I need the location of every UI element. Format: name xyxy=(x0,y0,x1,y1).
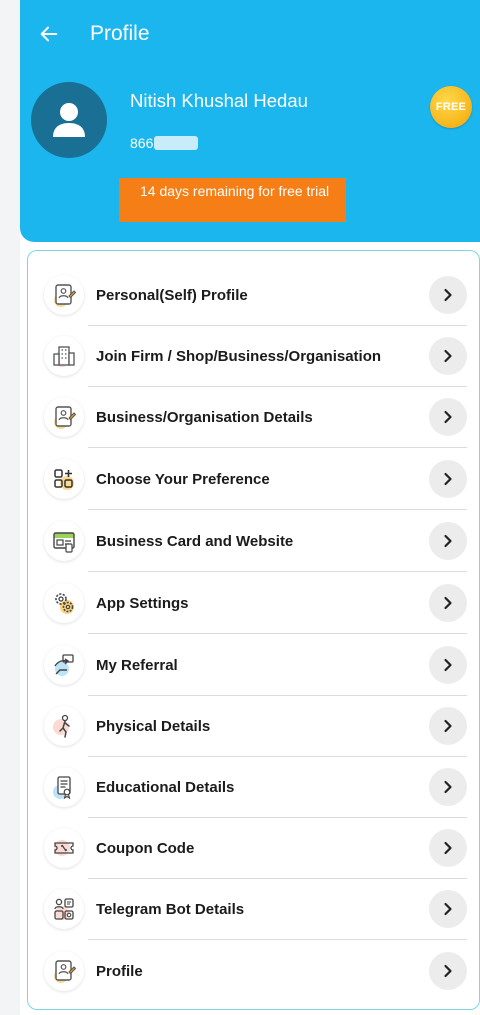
menu-item-label: Personal(Self) Profile xyxy=(96,286,248,304)
chevron-right-icon xyxy=(444,472,452,486)
profile-menu: Personal(Self) Profile Join Firm / Shop/… xyxy=(27,250,480,1010)
coupon-icon xyxy=(44,828,84,868)
chevron-button[interactable] xyxy=(429,890,467,928)
chevron-right-icon xyxy=(444,658,452,672)
phone-number: 866 xyxy=(130,134,199,152)
menu-item-coupon-code[interactable]: Coupon Code xyxy=(28,817,480,879)
menu-item-label: Business/Organisation Details xyxy=(96,408,313,426)
education-doc-icon xyxy=(44,767,84,807)
chevron-button[interactable] xyxy=(429,829,467,867)
menu-item-my-referral[interactable]: My Referral xyxy=(28,634,480,696)
chevron-right-icon xyxy=(444,288,452,302)
chevron-right-icon xyxy=(444,596,452,610)
menu-item-label: Telegram Bot Details xyxy=(96,900,245,918)
chevron-button[interactable] xyxy=(429,707,467,745)
back-button[interactable] xyxy=(20,0,78,68)
user-icon xyxy=(53,103,85,137)
menu-item-label: Physical Details xyxy=(96,717,211,735)
menu-item-educational-details[interactable]: Educational Details xyxy=(28,756,480,818)
chevron-right-icon xyxy=(444,964,452,978)
free-badge-label: FREE xyxy=(435,101,467,113)
profile-card-icon xyxy=(44,397,84,437)
trial-banner: 14 days remaining for free trial xyxy=(119,178,346,222)
chevron-button[interactable] xyxy=(429,398,467,436)
app-bar: Profile xyxy=(20,0,480,68)
chevron-right-icon xyxy=(444,841,452,855)
menu-item-label: Business Card and Website xyxy=(96,532,294,550)
chevron-button[interactable] xyxy=(429,646,467,684)
menu-item-app-settings[interactable]: App Settings xyxy=(28,572,480,634)
page-title: Profile xyxy=(90,22,150,45)
person-icon xyxy=(44,706,84,746)
menu-item-business-card-website[interactable]: Business Card and Website xyxy=(28,510,480,572)
chevron-button[interactable] xyxy=(429,460,467,498)
profile-header: Nitish Khushal Hedau 866 14 days remaini… xyxy=(20,68,480,242)
user-name: Nitish Khushal Hedau xyxy=(130,90,308,111)
chevron-right-icon xyxy=(444,902,452,916)
chevron-right-icon xyxy=(444,780,452,794)
menu-item-label: App Settings xyxy=(96,594,189,612)
chevron-button[interactable] xyxy=(429,584,467,622)
phone-text: 866 xyxy=(130,135,154,151)
chevron-button[interactable] xyxy=(429,522,467,560)
avatar[interactable] xyxy=(31,82,107,158)
menu-item-business-details[interactable]: Business/Organisation Details xyxy=(28,386,480,448)
menu-item-personal-profile[interactable]: Personal(Self) Profile xyxy=(28,264,480,326)
free-badge[interactable]: FREE xyxy=(430,86,472,128)
chevron-button[interactable] xyxy=(429,952,467,990)
menu-item-label: Profile xyxy=(96,962,143,980)
chevron-right-icon xyxy=(444,719,452,733)
menu-item-join-firm[interactable]: Join Firm / Shop/Business/Organisation xyxy=(28,325,480,387)
menu-item-label: Join Firm / Shop/Business/Organisation xyxy=(96,347,382,365)
chevron-button[interactable] xyxy=(429,337,467,375)
menu-item-profile[interactable]: Profile xyxy=(28,940,480,1002)
menu-item-label: My Referral xyxy=(96,656,178,674)
chevron-right-icon xyxy=(444,534,452,548)
chevron-right-icon xyxy=(444,349,452,363)
profile-card-icon xyxy=(44,275,84,315)
phone-redaction xyxy=(154,136,199,150)
referral-icon xyxy=(44,645,84,685)
building-icon xyxy=(44,336,84,376)
profile-card-icon xyxy=(44,951,84,991)
menu-item-label: Educational Details xyxy=(96,778,235,796)
menu-item-label: Choose Your Preference xyxy=(96,470,270,488)
chevron-right-icon xyxy=(444,410,452,424)
menu-item-choose-preference[interactable]: Choose Your Preference xyxy=(28,448,480,510)
business-card-icon xyxy=(44,521,84,561)
chevron-button[interactable] xyxy=(429,276,467,314)
menu-item-label: Coupon Code xyxy=(96,839,195,857)
menu-item-telegram-bot[interactable]: Telegram Bot Details xyxy=(28,878,480,940)
grid-add-icon xyxy=(44,459,84,499)
telegram-bot-icon xyxy=(44,889,84,929)
menu-item-physical-details[interactable]: Physical Details xyxy=(28,695,480,757)
arrow-left-icon xyxy=(40,26,58,42)
chevron-button[interactable] xyxy=(429,768,467,806)
gears-icon xyxy=(44,583,84,623)
